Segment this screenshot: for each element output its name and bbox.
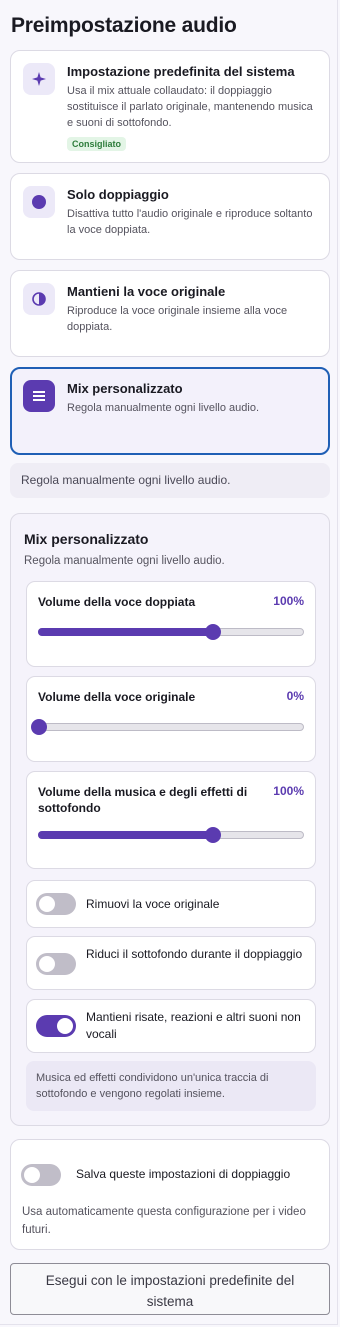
slider-fill xyxy=(38,831,213,839)
slider-thumb[interactable] xyxy=(31,719,47,735)
volume-slider[interactable] xyxy=(38,624,304,640)
toggle-knob xyxy=(39,956,55,972)
slider-card-background: Volume della musica e degli effetti di s… xyxy=(26,771,316,869)
volume-slider[interactable] xyxy=(38,827,304,843)
custom-mix-subtitle: Regola manualmente ogni livello audio. xyxy=(24,555,225,567)
slider-label: Volume della voce doppiata xyxy=(38,595,196,609)
toggle-label: Rimuovi la voce originale xyxy=(86,897,220,911)
slider-fill xyxy=(38,628,213,636)
keep-non-vocal-sounds-toggle[interactable] xyxy=(36,1015,76,1037)
preset-option-system-default[interactable]: Impostazione predefinita del sistema Usa… xyxy=(10,50,330,163)
preset-option-keep-original-voice[interactable]: Mantieni la voce originale Riproduce la … xyxy=(10,270,330,357)
shared-track-note: Musica ed effetti condividono un'unica t… xyxy=(26,1061,316,1111)
slider-value: 100% xyxy=(273,784,304,798)
sparkle-icon xyxy=(23,63,55,95)
toggle-row-keep-non-vocal: Mantieni risate, reazioni e altri suoni … xyxy=(26,999,316,1053)
preset-option-dub-only[interactable]: Solo doppiaggio Disattiva tutto l'audio … xyxy=(10,173,330,260)
slider-card-dubbed-voice: Volume della voce doppiata 100% xyxy=(26,581,316,667)
selected-preset-note: Regola manualmente ogni livello audio. xyxy=(10,463,330,498)
toggle-knob xyxy=(24,1167,40,1183)
preset-title: Impostazione predefinita del sistema xyxy=(67,64,295,79)
preset-title: Mantieni la voce originale xyxy=(67,284,226,299)
duck-background-toggle[interactable] xyxy=(36,953,76,975)
toggle-row-remove-original-voice: Rimuovi la voce originale xyxy=(26,880,316,928)
sliders-icon xyxy=(23,380,55,412)
toggle-row-duck-background: Riduci il sottofondo durante il doppiagg… xyxy=(26,936,316,990)
preset-description: Regola manualmente ogni livello audio. xyxy=(67,402,260,414)
audio-preset-panel: Preimpostazione audio Impostazione prede… xyxy=(0,0,338,1325)
toggle-label: Mantieni risate, reazioni e altri suoni … xyxy=(86,1010,301,1041)
preset-title: Solo doppiaggio xyxy=(67,187,169,202)
custom-mix-panel: Mix personalizzato Regola manualmente og… xyxy=(10,513,330,1126)
slider-thumb[interactable] xyxy=(205,827,222,843)
save-settings-toggle[interactable] xyxy=(21,1164,61,1186)
custom-mix-title: Mix personalizzato xyxy=(24,531,149,547)
preset-title: Mix personalizzato xyxy=(67,381,183,396)
slider-label: Volume della musica e degli effetti di s… xyxy=(38,785,248,815)
preset-option-custom-mix[interactable]: Mix personalizzato Regola manualmente og… xyxy=(10,367,330,455)
slider-card-original-voice: Volume della voce originale 0% xyxy=(26,676,316,762)
preset-description: Disattiva tutto l'audio originale e ripr… xyxy=(67,208,313,236)
toggle-label: Riduci il sottofondo durante il doppiagg… xyxy=(86,947,303,961)
slider-value: 100% xyxy=(273,594,304,608)
slider-label: Volume della voce originale xyxy=(38,690,196,704)
slider-thumb[interactable] xyxy=(205,624,222,640)
preset-description: Riproduce la voce originale insieme alla… xyxy=(67,305,288,333)
dot-icon xyxy=(23,186,55,218)
slider-value: 0% xyxy=(286,689,304,703)
save-settings-label: Salva queste impostazioni di doppiaggio xyxy=(76,1167,291,1181)
recommended-badge: Consigliato xyxy=(67,137,126,151)
volume-slider[interactable] xyxy=(31,719,304,735)
save-settings-description: Usa automaticamente questa configurazion… xyxy=(22,1206,306,1236)
remove-original-voice-toggle[interactable] xyxy=(36,893,76,915)
save-settings-panel: Salva queste impostazioni di doppiaggio … xyxy=(10,1139,330,1250)
run-with-system-defaults-button[interactable]: Esegui con le impostazioni predefinite d… xyxy=(10,1263,330,1315)
half-circle-icon xyxy=(23,283,55,315)
toggle-knob xyxy=(39,896,55,912)
toggle-knob xyxy=(57,1018,73,1034)
preset-description: Usa il mix attuale collaudato: il doppia… xyxy=(67,85,313,129)
page-title: Preimpostazione audio xyxy=(11,14,237,37)
